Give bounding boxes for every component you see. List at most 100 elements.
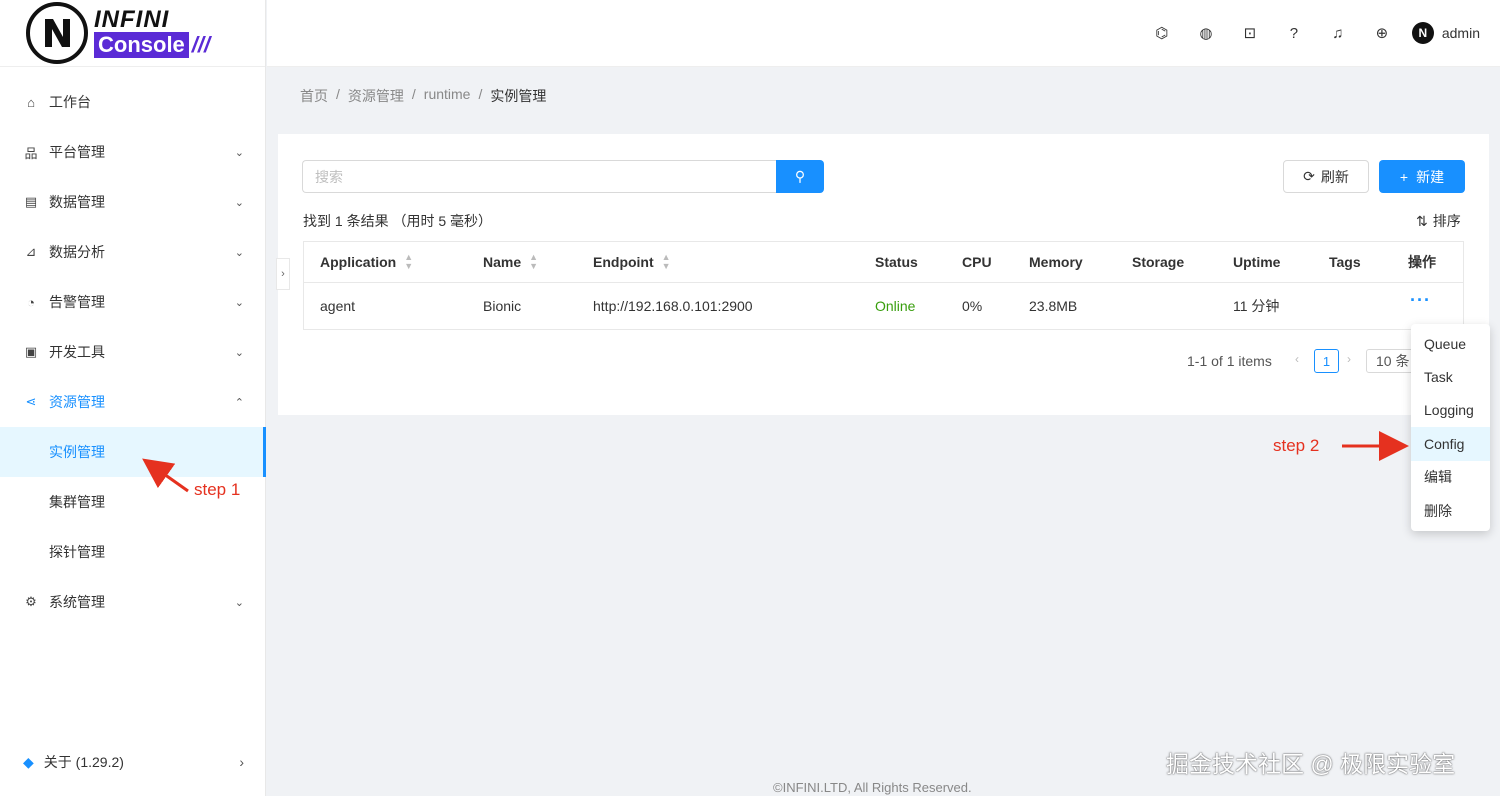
bell-icon[interactable]: ♫ <box>1316 25 1360 42</box>
top-header: ⌬ ◍ ⊡ ? ♫ ⊕ N admin <box>267 0 1500 67</box>
discord-icon[interactable]: ⌬ <box>1140 24 1184 42</box>
logo-slashes: /// <box>191 32 211 57</box>
cell-cpu: 0% <box>962 298 983 314</box>
breadcrumb: 首页 / 资源管理 / runtime / 实例管理 <box>300 86 546 106</box>
chevron-down-icon: ⌄ <box>234 196 244 209</box>
avatar: N <box>1411 22 1434 44</box>
logo[interactable]: INFINI Console /// <box>0 0 265 67</box>
refresh-button[interactable]: ⟳ 刷新 <box>1283 160 1369 193</box>
column-cpu: CPU <box>962 254 992 270</box>
sidebar-item-label: 工作台 <box>49 94 91 110</box>
instances-table: Application ▲ ▼ Name ▲ ▼ Endpoint ▲ ▼ Statu… <box>303 241 1464 330</box>
menu-item-edit[interactable]: 编辑 <box>1411 461 1490 494</box>
pagination-page[interactable]: 1 <box>1314 349 1339 373</box>
sidebar-item-analysis[interactable]: ⊿ 数据分析 ⌄ <box>0 227 266 277</box>
breadcrumb-resources[interactable]: 资源管理 <box>348 86 404 106</box>
menu-item-queue[interactable]: Queue <box>1411 327 1490 360</box>
chevron-up-icon: ⌃ <box>234 396 244 409</box>
about-label: 关于 (1.29.2) <box>43 754 124 770</box>
database-icon: ▤ <box>24 194 38 209</box>
cell-uptime: 11 分钟 <box>1233 298 1280 314</box>
cell-memory: 23.8MB <box>1029 298 1078 314</box>
breadcrumb-separator: / <box>336 86 340 102</box>
search-placeholder: 搜索 <box>315 168 343 185</box>
cell-status: Online <box>875 298 916 314</box>
sort-button[interactable]: ⇅ 排序 <box>1416 211 1461 231</box>
menu-item-task[interactable]: Task <box>1411 360 1490 393</box>
sidebar-item-label: 开发工具 <box>49 344 105 360</box>
sort-caret-icon: ▲ ▼ <box>404 252 414 271</box>
sidebar-item-system[interactable]: ⚙ 系统管理 ⌄ <box>0 577 266 627</box>
alarm-icon: ◔ <box>27 294 35 310</box>
breadcrumb-separator: / <box>411 86 416 102</box>
more-actions-icon[interactable]: ··· <box>1410 277 1431 323</box>
chevron-down-icon: ⌄ <box>234 596 244 609</box>
menu-item-config[interactable]: Config <box>1411 427 1490 461</box>
column-name[interactable]: Name ▲ ▼ <box>483 242 538 282</box>
column-application[interactable]: Application ▲ ▼ <box>320 242 413 282</box>
sidebar-subitem-label: 实例管理 <box>49 444 105 460</box>
sidebar-subitem-instances[interactable]: 实例管理 <box>0 427 266 477</box>
column-actions: 操作 <box>1408 254 1436 270</box>
console-icon[interactable]: ⊡ <box>1228 24 1272 42</box>
new-label: 新建 <box>1416 168 1445 185</box>
terminal-icon: ▣ <box>24 344 38 359</box>
header-actions: ⌬ ◍ ⊡ ? ♫ ⊕ N admin <box>1140 22 1480 44</box>
pagination-range: 1-1 of 1 items <box>1187 353 1272 369</box>
column-endpoint[interactable]: Endpoint ▲ ▼ <box>593 242 671 282</box>
table-row[interactable]: agent Bionic http://192.168.0.101:2900 O… <box>304 283 1463 329</box>
logo-mark-icon <box>26 2 88 64</box>
sidebar-item-label: 数据分析 <box>49 244 105 260</box>
new-button[interactable]: + 新建 <box>1379 160 1465 193</box>
column-label: Application <box>320 254 397 270</box>
sidebar-item-platform[interactable]: 品 平台管理 ⌄ <box>0 127 266 177</box>
refresh-icon: ⟳ <box>1303 168 1315 184</box>
search-button[interactable]: ⚲ <box>776 160 824 193</box>
result-summary: 找到 1 条结果 （用时 5 毫秒） <box>303 213 493 229</box>
user-menu[interactable]: N admin <box>1411 22 1480 44</box>
theme-icon[interactable]: ◍ <box>1184 24 1228 42</box>
sidebar-item-resources[interactable]: ⋖ 资源管理 ⌃ <box>0 377 266 427</box>
pagination-prev-icon[interactable]: ‹ <box>1295 352 1299 366</box>
breadcrumb-home[interactable]: 首页 <box>300 86 328 106</box>
sidebar-item-about[interactable]: ◆ 关于 (1.29.2) › <box>0 737 266 787</box>
chevron-right-icon: › <box>281 268 285 280</box>
menu-item-logging[interactable]: Logging <box>1411 394 1490 427</box>
sidebar-menu: ⌂ 工作台 品 平台管理 ⌄ ▤ 数据管理 ⌄ ⊿ 数据分析 ⌄ ◔ 告警管理 … <box>0 77 266 627</box>
column-memory: Memory <box>1029 254 1083 270</box>
share-icon: ⋖ <box>25 394 37 409</box>
sidebar-item-devtools[interactable]: ▣ 开发工具 ⌄ <box>0 327 266 377</box>
breadcrumb-separator: / <box>478 86 483 102</box>
sort-label: 排序 <box>1432 213 1461 229</box>
globe-icon[interactable]: ⊕ <box>1360 24 1404 42</box>
sort-caret-icon: ▲ ▼ <box>529 252 539 271</box>
sidebar-item-workbench[interactable]: ⌂ 工作台 <box>0 77 266 127</box>
menu-item-delete[interactable]: 删除 <box>1411 494 1490 527</box>
pagination-next-icon[interactable]: › <box>1347 352 1351 366</box>
table-header: Application ▲ ▼ Name ▲ ▼ Endpoint ▲ ▼ Statu… <box>304 242 1463 283</box>
sidebar-subitem-label: 探针管理 <box>49 544 105 560</box>
logo-subtitle: Console <box>94 32 189 58</box>
search-input[interactable]: 搜索 <box>302 160 776 193</box>
column-status: Status <box>875 254 918 270</box>
sidebar-item-alerting[interactable]: ◔ 告警管理 ⌄ <box>0 277 266 327</box>
column-label: Endpoint <box>593 254 654 270</box>
watermark: 掘金技术社区 @ 极限实验室 <box>1166 751 1456 777</box>
diamond-icon: ◆ <box>23 753 34 770</box>
refresh-label: 刷新 <box>1320 168 1349 185</box>
column-uptime: Uptime <box>1233 254 1281 270</box>
column-storage: Storage <box>1132 254 1185 270</box>
sidebar-subitem-agents[interactable]: 探针管理 <box>0 527 266 577</box>
actions-dropdown: Queue Task Logging Config 编辑 删除 <box>1411 324 1490 531</box>
sidebar-item-data[interactable]: ▤ 数据管理 ⌄ <box>0 177 266 227</box>
logo-title: INFINI <box>94 6 170 33</box>
home-icon: ⌂ <box>27 94 35 110</box>
username: admin <box>1441 25 1480 41</box>
footer-copyright: ©INFINI.LTD, All Rights Reserved. <box>773 780 972 795</box>
sidebar-item-label: 资源管理 <box>49 394 105 410</box>
cell-application: agent <box>320 298 356 314</box>
collapse-toggle[interactable]: › <box>276 258 290 290</box>
breadcrumb-runtime[interactable]: runtime <box>424 86 471 106</box>
help-icon[interactable]: ? <box>1272 25 1316 42</box>
search-icon: ⚲ <box>794 168 806 184</box>
